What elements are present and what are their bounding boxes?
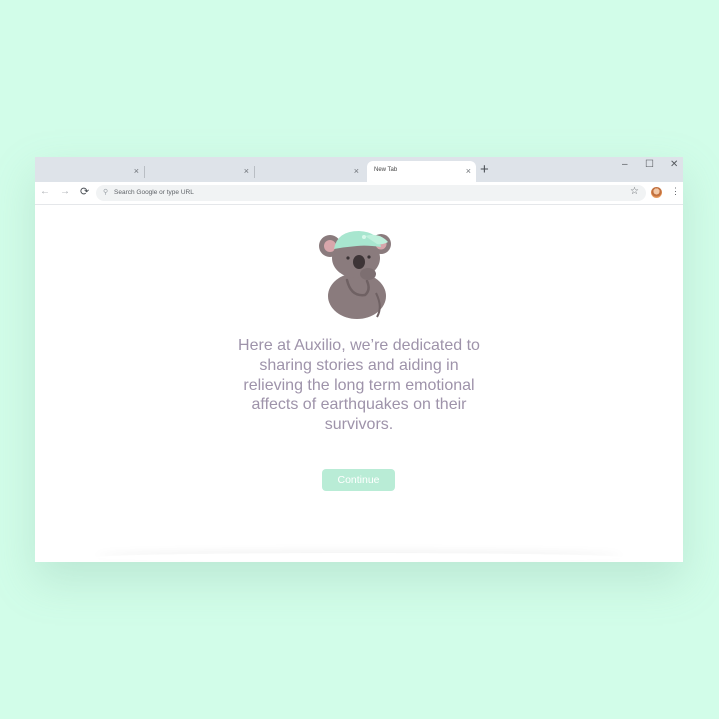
tab-title: New Tab bbox=[374, 167, 398, 173]
forward-button[interactable]: → bbox=[60, 186, 70, 198]
menu-icon[interactable]: ⋮ bbox=[671, 186, 680, 197]
new-tab-button[interactable]: + bbox=[480, 162, 489, 178]
search-icon: ⚲ bbox=[103, 189, 109, 196]
tab-strip: × × × New Tab × + – ☐ ✕ bbox=[35, 157, 683, 182]
koala-nose bbox=[353, 255, 365, 269]
back-button[interactable]: ← bbox=[40, 186, 50, 198]
koala-right-eye bbox=[367, 255, 371, 259]
page-content: Here at Auxilio, we’re dedicated to shar… bbox=[35, 205, 683, 562]
browser-window: × × × New Tab × + – ☐ ✕ ← → ⟳ ⚲ Search G… bbox=[35, 157, 683, 562]
koala-left-eye bbox=[346, 256, 350, 260]
tab-1[interactable]: × bbox=[35, 161, 145, 182]
koala-cap-highlight bbox=[362, 235, 366, 239]
bottom-edge-shadow bbox=[95, 553, 623, 562]
tab-3[interactable]: × bbox=[255, 161, 364, 182]
browser-toolbar: ← → ⟳ ⚲ Search Google or type URL ☆ ⋮ bbox=[35, 182, 683, 205]
profile-avatar[interactable] bbox=[651, 187, 662, 198]
tab-close-icon[interactable]: × bbox=[134, 165, 139, 177]
tab-new-tab[interactable]: New Tab × bbox=[367, 161, 476, 182]
tab-close-icon[interactable]: × bbox=[354, 165, 359, 177]
koala-illustration bbox=[319, 231, 391, 319]
tab-close-icon[interactable]: × bbox=[244, 165, 249, 177]
maximize-button[interactable]: ☐ bbox=[645, 159, 654, 170]
minimize-button[interactable]: – bbox=[622, 159, 628, 170]
koala-paw bbox=[360, 268, 376, 280]
omnibox[interactable]: ⚲ Search Google or type URL bbox=[96, 185, 646, 201]
bookmark-star-icon[interactable]: ☆ bbox=[630, 186, 639, 197]
tab-close-icon[interactable]: × bbox=[466, 165, 471, 177]
reload-button[interactable]: ⟳ bbox=[80, 186, 89, 198]
continue-button[interactable]: Continue bbox=[322, 469, 395, 491]
intro-message: Here at Auxilio, we’re dedicated to shar… bbox=[238, 337, 480, 434]
tab-2[interactable]: × bbox=[145, 161, 255, 182]
omnibox-placeholder[interactable]: Search Google or type URL bbox=[114, 189, 194, 196]
close-window-button[interactable]: ✕ bbox=[670, 159, 678, 170]
